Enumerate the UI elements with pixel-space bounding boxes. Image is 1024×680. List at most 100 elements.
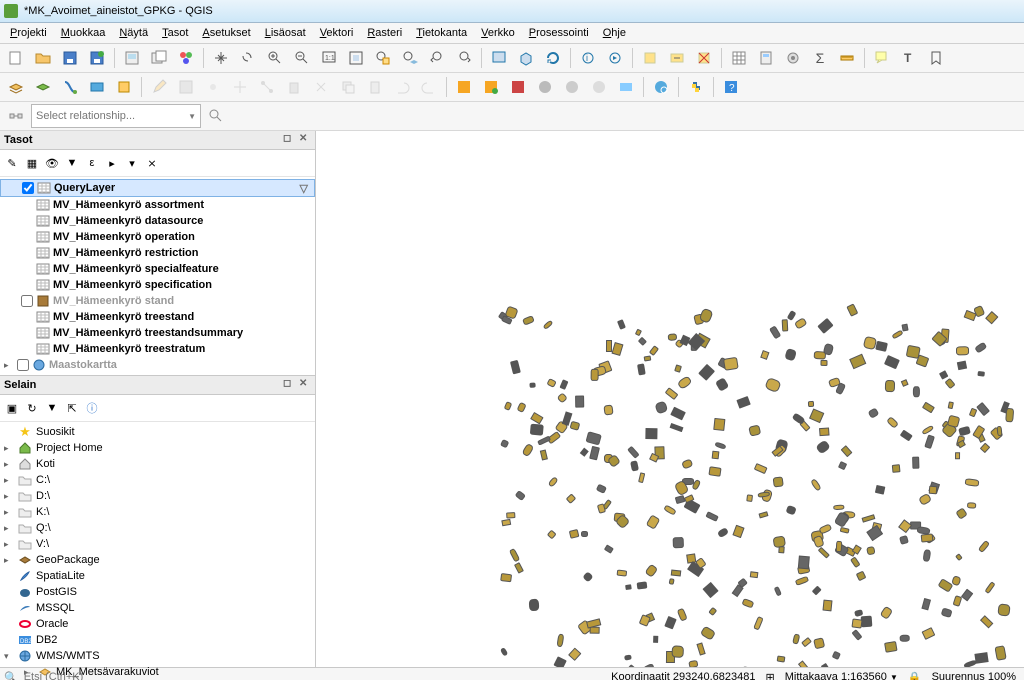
map-feature[interactable] bbox=[884, 380, 894, 392]
map-feature[interactable] bbox=[759, 511, 769, 519]
map-feature[interactable] bbox=[604, 404, 615, 415]
map-feature[interactable] bbox=[921, 533, 934, 542]
map-feature[interactable] bbox=[795, 576, 810, 586]
map-feature[interactable] bbox=[644, 355, 652, 362]
map-feature[interactable] bbox=[955, 507, 968, 520]
map-feature[interactable] bbox=[671, 407, 686, 421]
layer-row[interactable]: MV_Hämeenkyrö specialfeature bbox=[0, 261, 315, 277]
menu-asetukset[interactable]: Asetukset bbox=[196, 25, 256, 41]
map-feature[interactable] bbox=[945, 378, 956, 389]
style-manager-button[interactable] bbox=[174, 46, 198, 70]
map-feature[interactable] bbox=[586, 431, 602, 445]
browser-row[interactable]: ▸Koti bbox=[0, 456, 315, 472]
map-feature[interactable] bbox=[712, 451, 720, 460]
map-feature[interactable] bbox=[635, 328, 643, 336]
cut-button[interactable] bbox=[309, 75, 333, 99]
map-feature[interactable] bbox=[798, 555, 810, 569]
paste-button[interactable] bbox=[363, 75, 387, 99]
map-feature[interactable] bbox=[941, 608, 952, 618]
map-feature[interactable] bbox=[969, 408, 977, 418]
map-feature[interactable] bbox=[901, 379, 908, 386]
bookmark-button[interactable] bbox=[924, 46, 948, 70]
relationship-dropdown[interactable]: Select relationship... ▼ bbox=[31, 104, 201, 128]
map-feature[interactable] bbox=[912, 457, 920, 469]
zoom-selection-button[interactable] bbox=[371, 46, 395, 70]
map-feature[interactable] bbox=[839, 527, 849, 534]
extent-icon[interactable]: ⊞ bbox=[766, 671, 775, 680]
map-feature[interactable] bbox=[530, 411, 544, 424]
map-feature[interactable] bbox=[579, 448, 588, 457]
map-feature[interactable] bbox=[850, 556, 861, 568]
map-feature[interactable] bbox=[947, 401, 953, 409]
menu-lisaosat[interactable]: Lisäosat bbox=[259, 25, 312, 41]
new-memory-button[interactable] bbox=[112, 75, 136, 99]
map-feature[interactable] bbox=[604, 544, 613, 553]
scale-value[interactable]: 1:163560 bbox=[841, 671, 887, 680]
map-feature[interactable] bbox=[961, 589, 973, 602]
expander-icon[interactable]: ▸ bbox=[4, 459, 14, 470]
attribute-table-button[interactable] bbox=[727, 46, 751, 70]
data-source-button[interactable] bbox=[4, 75, 28, 99]
map-feature[interactable] bbox=[822, 599, 832, 611]
map-feature[interactable] bbox=[671, 570, 682, 577]
map-feature[interactable] bbox=[583, 571, 594, 582]
map-feature[interactable] bbox=[879, 606, 893, 620]
select-by-value-button[interactable] bbox=[665, 46, 689, 70]
new-virtual-button[interactable] bbox=[85, 75, 109, 99]
layer-expr-icon[interactable]: ε bbox=[84, 155, 100, 171]
map-feature[interactable] bbox=[764, 376, 781, 392]
plugin-3-button[interactable] bbox=[506, 75, 530, 99]
map-feature[interactable] bbox=[835, 541, 842, 552]
metasearch-button[interactable] bbox=[649, 75, 673, 99]
pan-button[interactable] bbox=[209, 46, 233, 70]
map-feature[interactable] bbox=[959, 425, 972, 436]
layer-row[interactable]: MV_Hämeenkyrö datasource bbox=[0, 213, 315, 229]
map-feature[interactable] bbox=[875, 341, 887, 352]
map-feature[interactable] bbox=[638, 336, 647, 345]
map-feature[interactable] bbox=[740, 666, 751, 667]
menu-nayta[interactable]: Näytä bbox=[113, 25, 154, 41]
menu-tasot[interactable]: Tasot bbox=[156, 25, 194, 41]
expander-icon[interactable]: ▸ bbox=[4, 475, 14, 486]
select-button[interactable] bbox=[638, 46, 662, 70]
map-feature[interactable] bbox=[547, 378, 557, 388]
map-feature[interactable] bbox=[997, 425, 1003, 435]
processing-button[interactable] bbox=[781, 46, 805, 70]
map-feature[interactable] bbox=[957, 440, 966, 449]
map-feature[interactable] bbox=[840, 445, 852, 457]
plugin-6-button[interactable] bbox=[587, 75, 611, 99]
map-feature[interactable] bbox=[674, 364, 682, 373]
map-feature[interactable] bbox=[984, 581, 995, 594]
map-feature[interactable] bbox=[732, 524, 744, 537]
map-feature[interactable] bbox=[995, 646, 1008, 661]
map-feature[interactable] bbox=[784, 348, 796, 361]
map-feature[interactable] bbox=[504, 401, 512, 411]
field-calc-button[interactable] bbox=[754, 46, 778, 70]
plugin-5-button[interactable] bbox=[560, 75, 584, 99]
map-feature[interactable] bbox=[801, 637, 812, 647]
browser-props-icon[interactable]: ⓘ bbox=[84, 400, 100, 416]
map-feature[interactable] bbox=[794, 317, 807, 329]
map-feature[interactable] bbox=[965, 478, 980, 487]
map-feature[interactable] bbox=[515, 490, 526, 501]
layer-tree[interactable]: QueryLayer▽MV_Hämeenkyrö assortmentMV_Hä… bbox=[0, 177, 315, 375]
map-feature[interactable] bbox=[731, 584, 743, 597]
expander-icon[interactable]: ▸ bbox=[4, 443, 14, 454]
layer-collapse-icon[interactable]: ▾ bbox=[124, 155, 140, 171]
new-3d-view-button[interactable] bbox=[514, 46, 538, 70]
map-feature[interactable] bbox=[955, 553, 963, 561]
map-feature[interactable] bbox=[556, 633, 564, 646]
map-feature[interactable] bbox=[500, 647, 509, 656]
edit-toggle-button[interactable] bbox=[147, 75, 171, 99]
browser-row[interactable]: ▸D:\ bbox=[0, 488, 315, 504]
map-feature[interactable] bbox=[506, 513, 515, 519]
map-feature[interactable] bbox=[923, 549, 932, 562]
map-feature[interactable] bbox=[646, 514, 661, 530]
layer-remove-icon[interactable]: ⨯ bbox=[144, 155, 160, 171]
browser-tree[interactable]: ★Suosikit▸Project Home▸Koti▸C:\▸D:\▸K:\▸… bbox=[0, 422, 315, 680]
plugin-2-button[interactable] bbox=[479, 75, 503, 99]
map-feature[interactable] bbox=[529, 382, 536, 388]
map-feature[interactable] bbox=[748, 424, 761, 436]
map-feature[interactable] bbox=[978, 541, 990, 554]
map-feature[interactable] bbox=[546, 529, 556, 539]
